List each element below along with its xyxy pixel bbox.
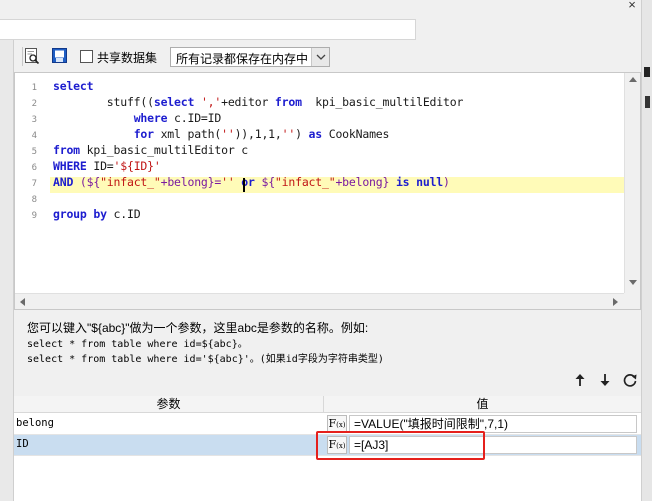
sql-string: '${ID}' — [113, 159, 161, 173]
text-cursor — [243, 178, 245, 192]
param-name: ID — [16, 438, 29, 450]
dataset-name-input[interactable] — [0, 19, 416, 40]
code-text: +editor — [221, 95, 275, 109]
preview-search-icon[interactable] — [24, 48, 40, 64]
toolbar-separator — [22, 47, 23, 66]
table-header: 参数 值 — [14, 396, 641, 413]
code-text: xml path( — [153, 127, 222, 141]
code-text: c.ID=ID — [167, 111, 222, 125]
share-dataset-label: 共享数据集 — [97, 51, 158, 65]
code-line-7: AND (${"infact_"+belong}='' or ${"infact… — [53, 175, 450, 189]
editor-vertical-scrollbar[interactable] — [624, 73, 640, 293]
sql-keyword: from — [274, 95, 302, 109]
code-text: kpi_basic_multilEditor c — [79, 143, 249, 157]
code-text: ${ — [254, 175, 275, 189]
code-line-3: where c.ID=ID — [53, 111, 222, 125]
code-text: CookNames — [322, 127, 390, 141]
column-header-param: 参数 — [14, 396, 324, 413]
highlight-annotation-box — [316, 431, 485, 460]
close-icon[interactable]: × — [624, 0, 640, 12]
line-number: 2 — [31, 99, 37, 109]
sql-keyword: is — [395, 175, 410, 189]
code-line-5: from kpi_basic_multilEditor c — [53, 143, 248, 157]
sql-keyword: WHERE — [53, 159, 87, 173]
sql-keyword: where — [133, 111, 168, 125]
editor-horizontal-scrollbar[interactable] — [15, 293, 624, 309]
sql-keyword: null — [416, 175, 444, 189]
sql-keyword: group by — [53, 207, 107, 221]
line-number: 3 — [31, 115, 37, 125]
code-text: (${ — [73, 175, 101, 189]
scrollbar-corner — [624, 293, 640, 309]
scroll-left-icon[interactable] — [20, 298, 25, 306]
sql-keyword: for — [133, 127, 154, 141]
scroll-down-icon[interactable] — [629, 280, 637, 285]
parameter-help-example: select * from table where id=${abc}。 — [27, 339, 248, 350]
code-text: kpi_basic_multilEditor — [301, 95, 464, 109]
code-text: ID= — [86, 159, 114, 173]
line-number: 7 — [31, 179, 37, 189]
parameter-help-example: select * from table where id='${abc}'。(如… — [27, 354, 384, 365]
column-header-value: 值 — [476, 397, 489, 411]
sql-keyword: from — [53, 143, 80, 157]
sql-string: '' — [281, 127, 296, 141]
code-text: ) — [295, 127, 309, 141]
right-panel-marker — [644, 67, 650, 77]
line-number: 1 — [31, 83, 37, 93]
code-line-6: WHERE ID='${ID}' — [53, 159, 161, 173]
line-number: 6 — [31, 163, 37, 173]
code-line-4: for xml path('')),1,1,'') as CookNames — [53, 127, 390, 141]
code-text: c.ID — [106, 207, 141, 221]
code-text: )),1,1, — [234, 127, 282, 141]
storage-mode-select[interactable]: 所有记录都保存在内存中 — [170, 47, 330, 67]
right-panel-marker — [645, 96, 650, 108]
sql-editor[interactable]: 1 2 3 4 5 6 7 8 9 select stuff((select '… — [14, 72, 641, 310]
scroll-right-icon[interactable] — [613, 298, 618, 306]
sql-string: '' — [221, 175, 235, 189]
sql-string: ',' — [200, 95, 222, 109]
sql-keyword: select — [53, 79, 94, 93]
sql-keyword: AND — [53, 175, 74, 189]
move-up-icon[interactable] — [572, 372, 588, 388]
line-number: 9 — [31, 211, 37, 221]
move-down-icon[interactable] — [597, 372, 613, 388]
code-text: ) — [443, 175, 450, 189]
sql-string: "infact_" — [274, 175, 336, 189]
share-dataset-checkbox[interactable] — [80, 50, 93, 63]
code-line-9: group by c.ID — [53, 207, 141, 221]
line-number-gutter: 1 2 3 4 5 6 7 8 9 — [15, 73, 45, 293]
sql-string: "infact_" — [100, 175, 161, 189]
param-name: belong — [16, 417, 54, 429]
line-number: 8 — [31, 195, 37, 205]
toolbar: 共享数据集 所有记录都保存在内存中 — [14, 44, 641, 70]
code-text: +belong} — [335, 175, 396, 189]
sql-string: '' — [221, 127, 235, 141]
database-bookmark-icon[interactable] — [52, 48, 67, 63]
parameter-help-text: 您可以键入"${abc}"做为一个参数，这里abc是参数的名称。例如: — [27, 321, 369, 335]
chevron-down-icon[interactable] — [311, 48, 329, 66]
refresh-icon[interactable] — [622, 372, 638, 388]
sql-keyword: select — [153, 95, 195, 109]
query-dialog: × 共享数据集 所有记录都保存在内存中 1 2 3 4 5 6 7 8 9 se… — [0, 0, 652, 501]
code-text: +belong}= — [160, 175, 222, 189]
left-panel-edge — [0, 40, 14, 501]
sql-keyword: as — [308, 127, 323, 141]
storage-mode-value: 所有记录都保存在内存中 — [176, 52, 309, 66]
line-number: 4 — [31, 131, 37, 141]
code-text: stuff(( — [53, 95, 154, 109]
line-number: 5 — [31, 147, 37, 157]
code-line-1: select — [53, 79, 94, 93]
code-line-2: stuff((select ','+editor from kpi_basic_… — [53, 95, 464, 109]
scroll-up-icon[interactable] — [629, 77, 637, 82]
